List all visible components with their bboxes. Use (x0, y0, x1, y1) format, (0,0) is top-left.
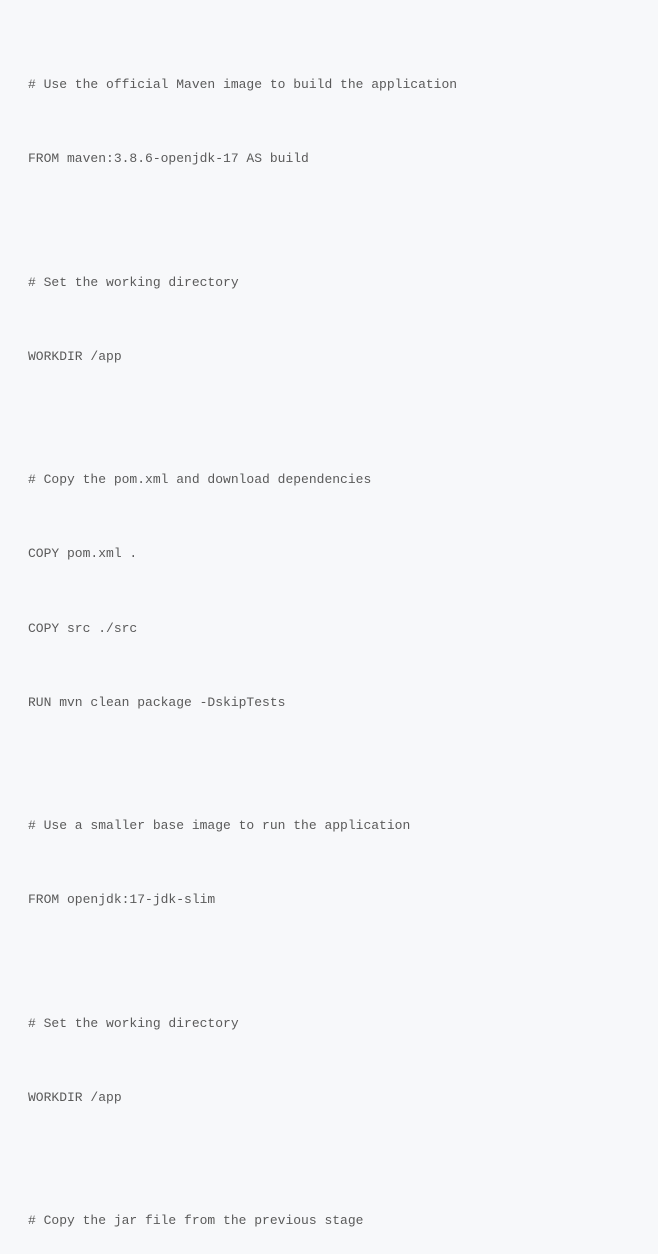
code-line: # Set the working directory (28, 1012, 630, 1037)
dockerfile-code-block: # Use the official Maven image to build … (28, 24, 630, 1254)
code-line: WORKDIR /app (28, 1086, 630, 1111)
code-line: RUN mvn clean package -DskipTests (28, 691, 630, 716)
code-line: FROM openjdk:17-jdk-slim (28, 888, 630, 913)
code-line: COPY src ./src (28, 617, 630, 642)
code-line: # Use the official Maven image to build … (28, 73, 630, 98)
code-line: # Copy the jar file from the previous st… (28, 1209, 630, 1234)
code-line: COPY pom.xml . (28, 542, 630, 567)
code-line: FROM maven:3.8.6-openjdk-17 AS build (28, 147, 630, 172)
code-line: # Copy the pom.xml and download dependen… (28, 468, 630, 493)
code-line: WORKDIR /app (28, 345, 630, 370)
code-line: # Use a smaller base image to run the ap… (28, 814, 630, 839)
code-line: # Set the working directory (28, 271, 630, 296)
